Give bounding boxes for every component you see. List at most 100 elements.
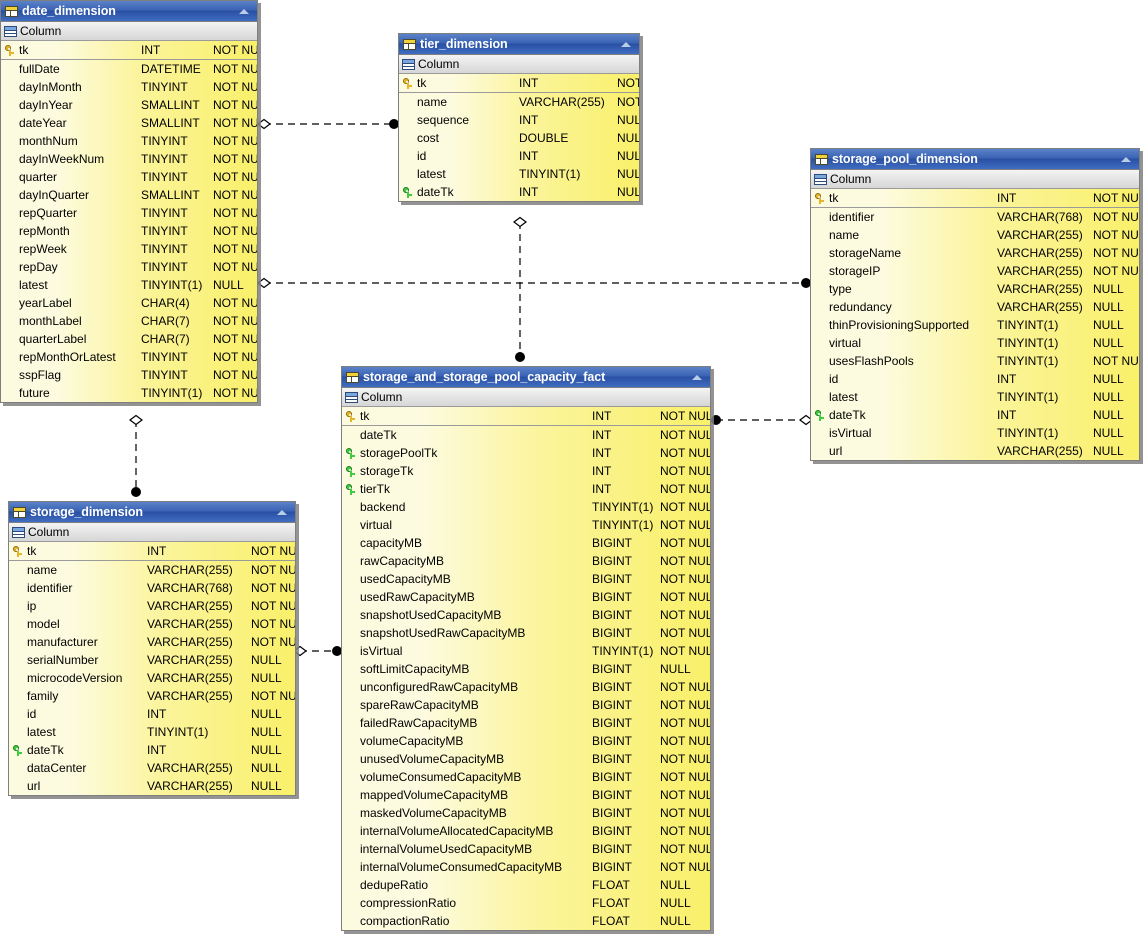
column-row[interactable]: microcodeVersion VARCHAR(255) NULL <box>9 669 295 687</box>
column-row[interactable]: spareRawCapacityMB BIGINT NOT NULL <box>342 696 710 714</box>
column-row[interactable]: monthLabel CHAR(7) NOT NULL <box>1 312 257 330</box>
column-row[interactable]: usesFlashPools TINYINT(1) NOT NULL <box>811 352 1139 370</box>
column-row[interactable]: model VARCHAR(255) NOT NULL <box>9 615 295 633</box>
column-row[interactable]: tk INT NOT NULL <box>9 542 295 561</box>
column-row[interactable]: compactionRatio FLOAT NULL <box>342 912 710 930</box>
column-row[interactable]: virtual TINYINT(1) NULL <box>811 334 1139 352</box>
collapse-chevron-icon[interactable] <box>275 506 290 519</box>
column-row[interactable]: backend TINYINT(1) NOT NULL <box>342 498 710 516</box>
column-row[interactable]: ip VARCHAR(255) NOT NULL <box>9 597 295 615</box>
column-row[interactable]: isVirtual TINYINT(1) NULL <box>811 424 1139 442</box>
column-row[interactable]: repMonthOrLatest TINYINT NOT NULL <box>1 348 257 366</box>
column-row[interactable]: mappedVolumeCapacityMB BIGINT NOT NULL <box>342 786 710 804</box>
column-row[interactable]: family VARCHAR(255) NOT NULL <box>9 687 295 705</box>
column-row[interactable]: id INT NULL <box>9 705 295 723</box>
column-row[interactable]: quarterLabel CHAR(7) NOT NULL <box>1 330 257 348</box>
column-row[interactable]: storageIP VARCHAR(255) NOT NULL <box>811 262 1139 280</box>
column-row[interactable]: cost DOUBLE NULL <box>399 129 639 147</box>
column-row[interactable]: snapshotUsedRawCapacityMB BIGINT NOT NULL <box>342 624 710 642</box>
table-date_dimension[interactable]: date_dimensionColumntkINTNOT NULLfullDat… <box>0 0 258 403</box>
column-row[interactable]: id INT NULL <box>399 147 639 165</box>
column-row[interactable]: tk INT NOT NULL <box>1 41 257 60</box>
column-row[interactable]: internalVolumeAllocatedCapacityMB BIGINT N… <box>342 822 710 840</box>
collapse-chevron-icon[interactable] <box>1119 153 1134 166</box>
column-row[interactable]: internalVolumeUsedCapacityMB BIGINT NOT NU… <box>342 840 710 858</box>
column-row[interactable]: dateTk INT NOT NULL <box>342 426 710 444</box>
column-row[interactable]: serialNumber VARCHAR(255) NULL <box>9 651 295 669</box>
column-row[interactable]: monthNum TINYINT NOT NULL <box>1 132 257 150</box>
relationship-date-to-tier[interactable] <box>257 118 399 130</box>
column-row[interactable]: tk INT NOT NULL <box>399 74 639 93</box>
column-row[interactable]: repQuarter TINYINT NOT NULL <box>1 204 257 222</box>
table-title-bar[interactable]: storage_and_storage_pool_capacity_fact <box>342 367 710 388</box>
column-row[interactable]: snapshotUsedCapacityMB BIGINT NOT NULL <box>342 606 710 624</box>
column-row[interactable]: tierTk INT NOT NULL <box>342 480 710 498</box>
column-row[interactable]: internalVolumeConsumedCapacityMB BIGINT NO… <box>342 858 710 876</box>
column-row[interactable]: dateTk INT NULL <box>399 183 639 201</box>
collapse-chevron-icon[interactable] <box>237 5 252 18</box>
column-row[interactable]: tk INT NOT NULL <box>811 189 1139 208</box>
column-row[interactable]: virtual TINYINT(1) NOT NULL <box>342 516 710 534</box>
relationship-tier-to-fact[interactable] <box>513 216 527 363</box>
column-row[interactable]: latest TINYINT(1) NULL <box>9 723 295 741</box>
column-row[interactable]: rawCapacityMB BIGINT NOT NULL <box>342 552 710 570</box>
column-row[interactable]: sequence INT NULL <box>399 111 639 129</box>
table-title-bar[interactable]: date_dimension <box>1 1 257 22</box>
column-row[interactable]: softLimitCapacityMB BIGINT NULL <box>342 660 710 678</box>
column-row[interactable]: maskedVolumeCapacityMB BIGINT NOT NULL <box>342 804 710 822</box>
relationship-date-to-storage-pool[interactable] <box>257 277 811 289</box>
column-row[interactable]: dateTk INT NULL <box>9 741 295 759</box>
column-row[interactable]: dayInWeekNum TINYINT NOT NULL <box>1 150 257 168</box>
table-title-bar[interactable]: tier_dimension <box>399 34 639 55</box>
column-row[interactable]: url VARCHAR(255) NULL <box>9 777 295 795</box>
column-row[interactable]: dedupeRatio FLOAT NULL <box>342 876 710 894</box>
table-storage_pool_dimension[interactable]: storage_pool_dimension Column tk INT NOT NUL… <box>810 148 1140 461</box>
column-row[interactable]: future TINYINT(1) NOT NULL <box>1 384 257 402</box>
relationship-fact-to-storage-pool[interactable] <box>711 414 813 426</box>
table-storage_dimension[interactable]: storage_dimensionColumntkINTNOT NULLname… <box>8 501 296 796</box>
collapse-chevron-icon[interactable] <box>690 371 705 384</box>
column-row[interactable]: failedRawCapacityMB BIGINT NOT NULL <box>342 714 710 732</box>
column-row[interactable]: manufacturer VARCHAR(255) NOT NULL <box>9 633 295 651</box>
column-row[interactable]: latest TINYINT(1) NULL <box>811 388 1139 406</box>
column-row[interactable]: latest TINYINT(1) NULL <box>399 165 639 183</box>
collapse-chevron-icon[interactable] <box>619 38 634 51</box>
column-row[interactable]: unusedVolumeCapacityMB BIGINT NOT NULL <box>342 750 710 768</box>
column-row[interactable]: sspFlag TINYINT NOT NULL <box>1 366 257 384</box>
column-row[interactable]: storageName VARCHAR(255) NOT NULL <box>811 244 1139 262</box>
relationship-storage-to-fact[interactable] <box>293 645 342 657</box>
column-row[interactable]: volumeCapacityMB BIGINT NOT NULL <box>342 732 710 750</box>
column-row[interactable]: usedRawCapacityMB BIGINT NOT NULL <box>342 588 710 606</box>
column-row[interactable]: identifier VARCHAR(768) NOT NULL <box>9 579 295 597</box>
column-row[interactable]: dateTk INT NULL <box>811 406 1139 424</box>
column-row[interactable]: thinProvisioningSupported TINYINT(1) NULL <box>811 316 1139 334</box>
column-row[interactable]: name VARCHAR(255) NOT NULL <box>811 226 1139 244</box>
column-row[interactable]: type VARCHAR(255) NULL <box>811 280 1139 298</box>
table-title-bar[interactable]: storage_dimension <box>9 502 295 523</box>
column-row[interactable]: dataCenter VARCHAR(255) NULL <box>9 759 295 777</box>
column-row[interactable]: tk INT NOT NULL <box>342 407 710 426</box>
column-row[interactable]: repMonth TINYINT NOT NULL <box>1 222 257 240</box>
column-row[interactable]: compressionRatio FLOAT NULL <box>342 894 710 912</box>
column-row[interactable]: name VARCHAR(255) NOT NULL <box>399 93 639 111</box>
column-row[interactable]: capacityMB BIGINT NOT NULL <box>342 534 710 552</box>
column-row[interactable]: volumeConsumedCapacityMB BIGINT NOT NULL <box>342 768 710 786</box>
column-row[interactable]: usedCapacityMB BIGINT NOT NULL <box>342 570 710 588</box>
column-row[interactable]: storageTk INT NOT NULL <box>342 462 710 480</box>
column-row[interactable]: url VARCHAR(255) NULL <box>811 442 1139 460</box>
column-row[interactable]: repDay TINYINT NOT NULL <box>1 258 257 276</box>
column-row[interactable]: dateYear SMALLINT NOT NULL <box>1 114 257 132</box>
column-row[interactable]: fullDate DATETIME NOT NULL <box>1 60 257 78</box>
column-row[interactable]: repWeek TINYINT NOT NULL <box>1 240 257 258</box>
column-row[interactable]: latest TINYINT(1) NULL <box>1 276 257 294</box>
column-row[interactable]: yearLabel CHAR(4) NOT NULL <box>1 294 257 312</box>
column-row[interactable]: identifier VARCHAR(768) NOT NULL <box>811 208 1139 226</box>
column-row[interactable]: redundancy VARCHAR(255) NULL <box>811 298 1139 316</box>
column-row[interactable]: quarter TINYINT NOT NULL <box>1 168 257 186</box>
column-row[interactable]: dayInQuarter SMALLINT NOT NULL <box>1 186 257 204</box>
column-row[interactable]: dayInYear SMALLINT NOT NULL <box>1 96 257 114</box>
table-title-bar[interactable]: storage_pool_dimension <box>811 149 1139 170</box>
table-tier_dimension[interactable]: tier_dimension Column tk INT NOT NULL name VAR… <box>398 33 640 202</box>
table-storage_and_storage_pool_capacity_fact[interactable]: storage_and_storage_pool_capacity_fact Co… <box>341 366 711 931</box>
column-row[interactable]: name VARCHAR(255) NOT NULL <box>9 561 295 579</box>
